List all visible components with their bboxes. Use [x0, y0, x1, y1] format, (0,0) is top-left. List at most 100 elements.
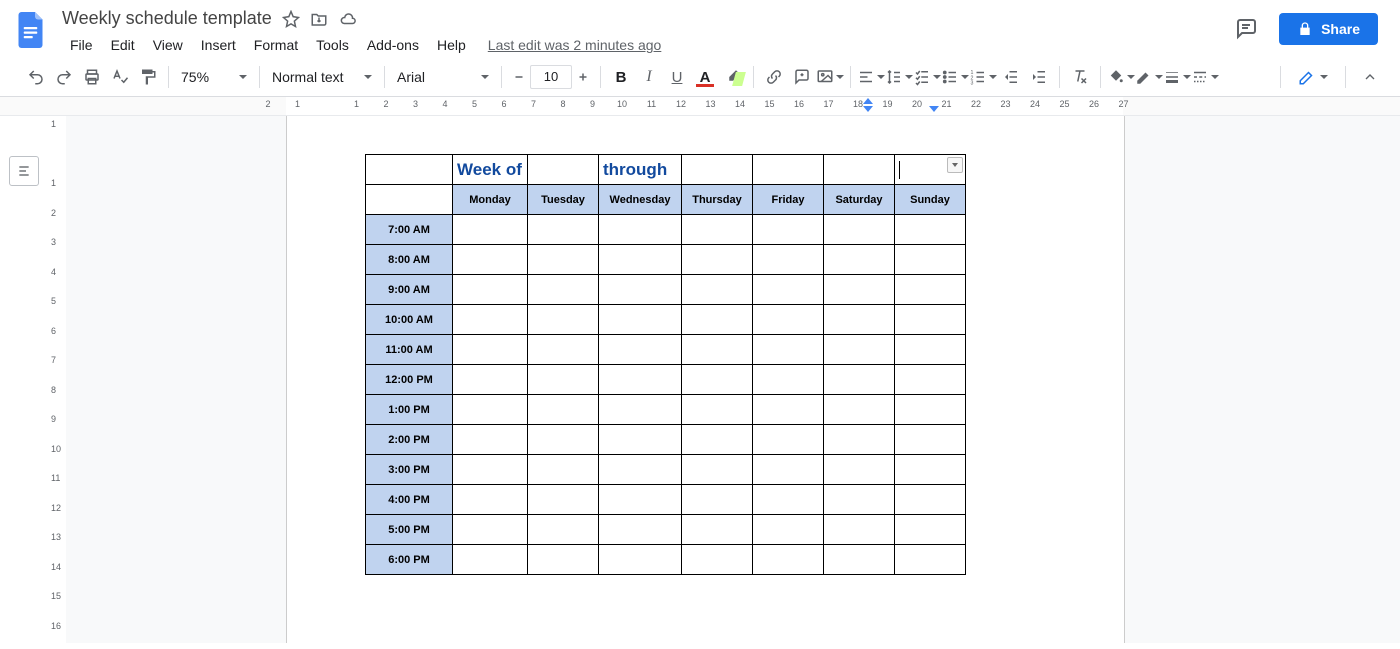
horizontal-ruler[interactable]: 2112345678910111213141516171819202122232… [48, 97, 1400, 115]
table-cell[interactable] [528, 425, 599, 455]
table-cell[interactable] [753, 455, 824, 485]
table-cell[interactable] [682, 215, 753, 245]
insert-link-button[interactable] [760, 63, 788, 91]
day-header[interactable]: Friday [753, 185, 824, 215]
time-header[interactable]: 5:00 PM [366, 515, 453, 545]
border-color-button[interactable] [1135, 63, 1163, 91]
table-cell[interactable] [753, 305, 824, 335]
align-button[interactable] [857, 63, 885, 91]
table-cell[interactable] [528, 305, 599, 335]
table-cell[interactable] [528, 545, 599, 575]
table-cell[interactable] [453, 245, 528, 275]
time-header[interactable]: 9:00 AM [366, 275, 453, 305]
week-of-cell[interactable]: Week of [453, 155, 528, 185]
text-color-button[interactable]: A [691, 63, 719, 91]
highlight-color-button[interactable] [719, 63, 747, 91]
table-options-button[interactable] [947, 157, 963, 173]
table-cell[interactable] [753, 155, 824, 185]
table-cell[interactable] [682, 545, 753, 575]
docs-logo[interactable] [12, 10, 52, 50]
menu-addons[interactable]: Add-ons [359, 33, 427, 57]
table-cell[interactable] [753, 515, 824, 545]
time-header[interactable]: 3:00 PM [366, 455, 453, 485]
table-cell[interactable] [682, 485, 753, 515]
day-header[interactable]: Saturday [824, 185, 895, 215]
table-cell[interactable] [682, 245, 753, 275]
left-indent-marker[interactable] [863, 106, 873, 112]
right-indent-marker[interactable] [929, 106, 939, 112]
fill-color-button[interactable] [1107, 63, 1135, 91]
table-cell[interactable] [599, 275, 682, 305]
menu-format[interactable]: Format [246, 33, 306, 57]
table-cell[interactable] [453, 515, 528, 545]
table-cell[interactable] [682, 365, 753, 395]
table-cell[interactable] [824, 395, 895, 425]
table-cell[interactable] [895, 515, 966, 545]
table-cell[interactable] [753, 365, 824, 395]
menu-file[interactable]: File [62, 33, 101, 57]
table-cell[interactable] [895, 545, 966, 575]
table-cell[interactable] [824, 455, 895, 485]
paint-format-button[interactable] [134, 63, 162, 91]
menu-tools[interactable]: Tools [308, 33, 357, 57]
table-cell[interactable] [895, 365, 966, 395]
time-header[interactable]: 10:00 AM [366, 305, 453, 335]
spellcheck-button[interactable] [106, 63, 134, 91]
through-cell[interactable]: through [599, 155, 682, 185]
paragraph-style-select[interactable]: Normal text [266, 64, 378, 90]
table-cell[interactable] [895, 305, 966, 335]
line-spacing-button[interactable] [885, 63, 913, 91]
table-cell[interactable] [824, 335, 895, 365]
menu-insert[interactable]: Insert [193, 33, 244, 57]
table-cell[interactable] [453, 425, 528, 455]
table-cell[interactable] [824, 275, 895, 305]
menu-edit[interactable]: Edit [103, 33, 143, 57]
table-cell[interactable] [824, 485, 895, 515]
table-cell[interactable] [453, 215, 528, 245]
border-width-button[interactable] [1163, 63, 1191, 91]
table-cell[interactable] [528, 245, 599, 275]
table-cell[interactable] [895, 245, 966, 275]
table-cell[interactable] [895, 335, 966, 365]
day-header[interactable]: Wednesday [599, 185, 682, 215]
time-header[interactable]: 12:00 PM [366, 365, 453, 395]
indent-increase-button[interactable] [1025, 63, 1053, 91]
table-cell[interactable] [753, 215, 824, 245]
table-cell[interactable] [682, 395, 753, 425]
table-cell[interactable] [453, 335, 528, 365]
time-header[interactable]: 11:00 AM [366, 335, 453, 365]
table-cell[interactable] [599, 395, 682, 425]
time-header[interactable]: 2:00 PM [366, 425, 453, 455]
table-cell[interactable] [528, 395, 599, 425]
table-cell[interactable] [453, 485, 528, 515]
table-cell[interactable] [528, 335, 599, 365]
insert-image-button[interactable] [816, 63, 844, 91]
day-header[interactable]: Thursday [682, 185, 753, 215]
table-cell[interactable] [453, 365, 528, 395]
vertical-ruler[interactable]: 11234567891011121314151617 [48, 116, 66, 643]
editing-mode-button[interactable] [1291, 63, 1335, 91]
table-cell[interactable] [824, 155, 895, 185]
table-cell[interactable] [753, 335, 824, 365]
table-cell[interactable] [528, 365, 599, 395]
outline-toggle-button[interactable] [9, 156, 39, 186]
clear-formatting-button[interactable] [1066, 63, 1094, 91]
last-edit-link[interactable]: Last edit was 2 minutes ago [488, 37, 662, 53]
table-cell[interactable] [599, 485, 682, 515]
time-header[interactable]: 8:00 AM [366, 245, 453, 275]
table-cell[interactable] [753, 395, 824, 425]
table-cell[interactable] [824, 515, 895, 545]
table-cell[interactable] [453, 455, 528, 485]
day-header[interactable]: Monday [453, 185, 528, 215]
table-cell[interactable] [824, 215, 895, 245]
schedule-table[interactable]: Week of through Monday Tuesday Wednesda [365, 154, 966, 575]
table-cell[interactable] [599, 335, 682, 365]
time-header[interactable]: 4:00 PM [366, 485, 453, 515]
table-cell[interactable] [599, 245, 682, 275]
table-cell[interactable] [895, 485, 966, 515]
font-size-decrease[interactable] [508, 63, 530, 91]
time-header[interactable]: 7:00 AM [366, 215, 453, 245]
table-cell[interactable] [366, 185, 453, 215]
table-cell[interactable] [753, 425, 824, 455]
table-cell[interactable] [453, 395, 528, 425]
